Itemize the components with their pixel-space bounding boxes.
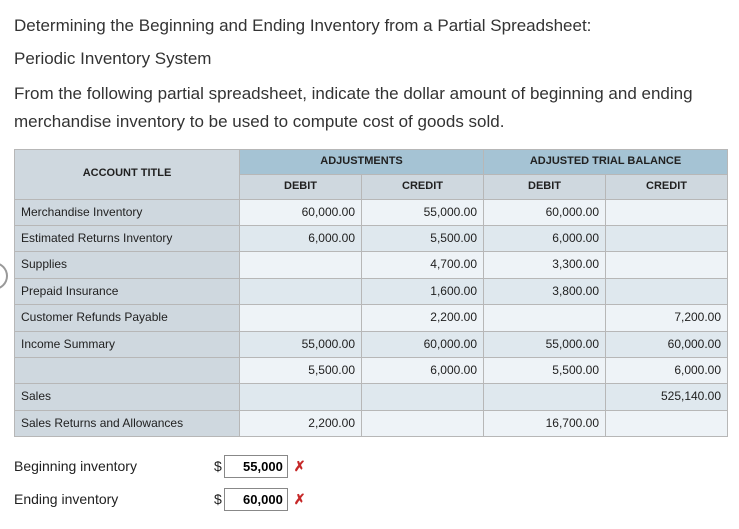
page-side-tab [0,262,8,290]
cell-adj-c: 55,000.00 [362,199,484,225]
cell-adj-c [362,384,484,410]
row-label: Sales [15,384,240,410]
wrong-mark-icon: ✗ [294,489,306,509]
beginning-inventory-input[interactable] [224,455,288,478]
cell-adj-c: 1,600.00 [362,278,484,304]
cell-adj-d [240,305,362,331]
table-row: Income Summary55,000.0060,000.0055,000.0… [15,331,728,357]
cell-atb-d: 3,800.00 [484,278,606,304]
cell-adj-d [240,278,362,304]
table-row: Merchandise Inventory60,000.0055,000.006… [15,199,728,225]
header-atb-credit: CREDIT [606,174,728,199]
title-line-1: Determining the Beginning and Ending Inv… [14,12,725,39]
ending-inventory-row: Ending inventory $ ✗ [14,488,725,511]
row-label [15,357,240,383]
header-adj-credit: CREDIT [362,174,484,199]
table-row: Supplies 4,700.003,300.00 [15,252,728,278]
cell-adj-d: 6,000.00 [240,226,362,252]
cell-adj-d: 60,000.00 [240,199,362,225]
row-label: Supplies [15,252,240,278]
header-adj-debit: DEBIT [240,174,362,199]
cell-atb-c [606,410,728,436]
cell-atb-d [484,305,606,331]
row-label: Income Summary [15,331,240,357]
cell-atb-c: 7,200.00 [606,305,728,331]
row-label: Prepaid Insurance [15,278,240,304]
cell-adj-c: 5,500.00 [362,226,484,252]
worksheet-body: Merchandise Inventory60,000.0055,000.006… [15,199,728,437]
cell-atb-c: 60,000.00 [606,331,728,357]
cell-atb-d: 5,500.00 [484,357,606,383]
table-row: Estimated Returns Inventory6,000.005,500… [15,226,728,252]
wrong-mark-icon: ✗ [294,456,306,476]
header-adjusted-trial-balance: ADJUSTED TRIAL BALANCE [484,149,728,174]
row-label: Estimated Returns Inventory [15,226,240,252]
table-row: Prepaid Insurance 1,600.003,800.00 [15,278,728,304]
header-atb-debit: DEBIT [484,174,606,199]
row-label: Merchandise Inventory [15,199,240,225]
cell-atb-c: 525,140.00 [606,384,728,410]
cell-atb-d: 16,700.00 [484,410,606,436]
row-label: Customer Refunds Payable [15,305,240,331]
cell-adj-d [240,252,362,278]
cell-atb-d: 60,000.00 [484,199,606,225]
cell-atb-d [484,384,606,410]
currency-symbol: $ [214,456,222,476]
cell-adj-c: 4,700.00 [362,252,484,278]
cell-adj-c: 6,000.00 [362,357,484,383]
cell-adj-d: 5,500.00 [240,357,362,383]
cell-adj-c [362,410,484,436]
problem-statement: Determining the Beginning and Ending Inv… [14,12,725,135]
table-row: 5,500.006,000.005,500.006,000.00 [15,357,728,383]
table-row: Customer Refunds Payable 2,200.00 7,200.00 [15,305,728,331]
cell-atb-c [606,252,728,278]
instruction-paragraph: From the following partial spreadsheet, … [14,80,725,134]
header-account-title: ACCOUNT TITLE [15,149,240,199]
table-row: Sales Returns and Allowances2,200.00 16,7… [15,410,728,436]
cell-adj-c: 2,200.00 [362,305,484,331]
ending-inventory-label: Ending inventory [14,489,214,509]
cell-atb-c: 6,000.00 [606,357,728,383]
cell-adj-d: 55,000.00 [240,331,362,357]
cell-atb-c [606,278,728,304]
cell-atb-c [606,226,728,252]
beginning-inventory-label: Beginning inventory [14,456,214,476]
table-row: Sales 525,140.00 [15,384,728,410]
beginning-inventory-row: Beginning inventory $ ✗ [14,455,725,478]
currency-symbol: $ [214,489,222,509]
answers-section: Beginning inventory $ ✗ Ending inventory… [14,455,725,511]
ending-inventory-input[interactable] [224,488,288,511]
cell-atb-d: 6,000.00 [484,226,606,252]
header-adjustments: ADJUSTMENTS [240,149,484,174]
cell-adj-c: 60,000.00 [362,331,484,357]
cell-atb-d: 3,300.00 [484,252,606,278]
worksheet-table: ACCOUNT TITLE ADJUSTMENTS ADJUSTED TRIAL… [14,149,728,437]
cell-atb-c [606,199,728,225]
cell-adj-d: 2,200.00 [240,410,362,436]
cell-adj-d [240,384,362,410]
title-line-2: Periodic Inventory System [14,45,725,72]
row-label: Sales Returns and Allowances [15,410,240,436]
cell-atb-d: 55,000.00 [484,331,606,357]
